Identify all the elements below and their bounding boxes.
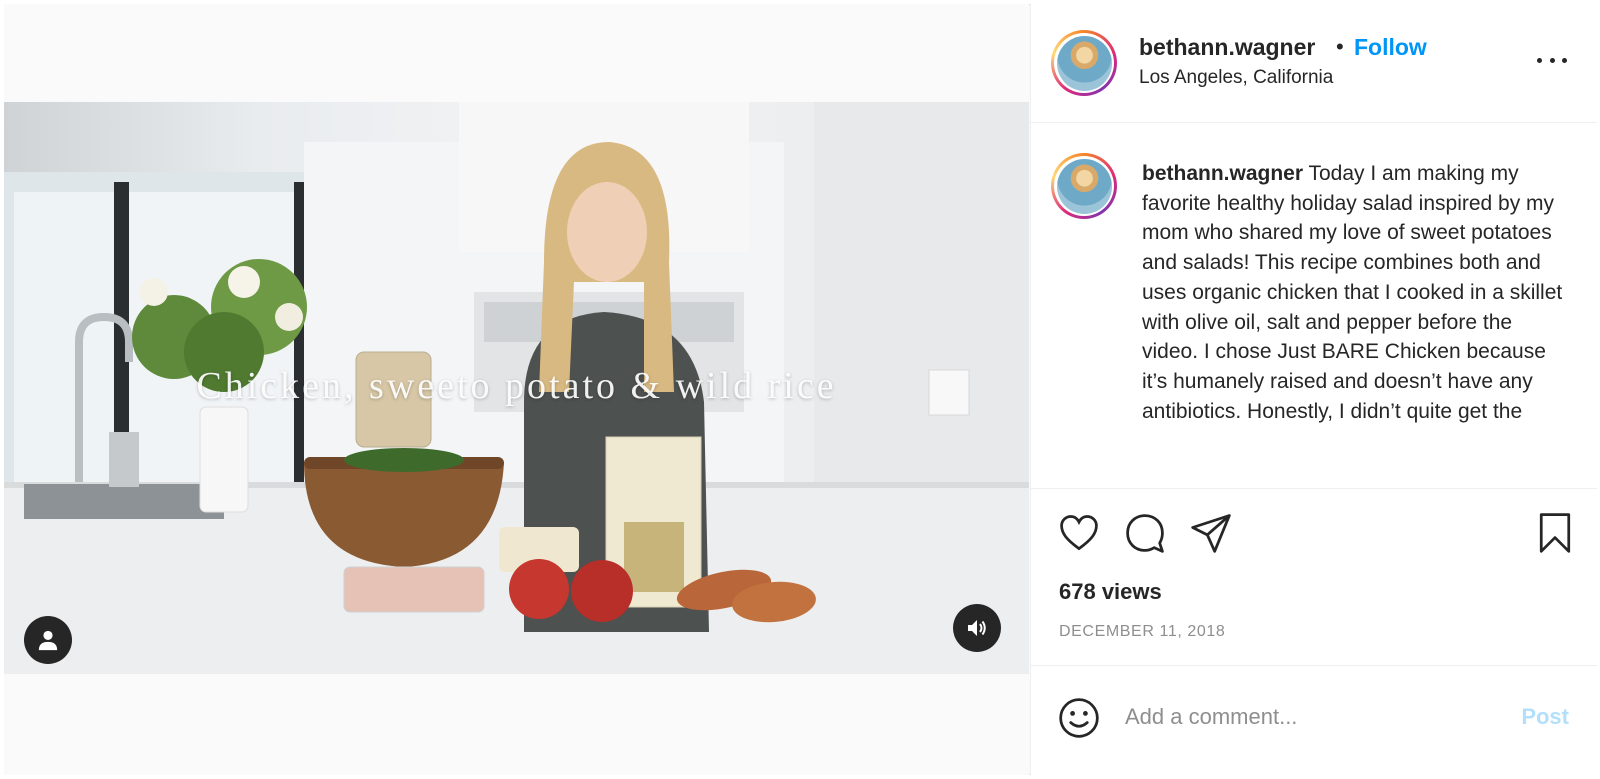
more-options-button[interactable] — [1537, 48, 1567, 72]
media-area: Chicken, sweeto potato & wild rice — [4, 4, 1029, 775]
post-date[interactable]: DECEMBER 11, 2018 — [1059, 623, 1225, 641]
comment-icon[interactable] — [1123, 511, 1167, 555]
separator-dot: • — [1336, 34, 1344, 59]
comment-bar: Post — [1031, 665, 1597, 775]
bookmark-icon[interactable] — [1533, 511, 1577, 555]
post-comment-button[interactable]: Post — [1521, 704, 1569, 730]
caption-text-block: bethann.wagner Today I am making my favo… — [1142, 159, 1567, 426]
tagged-users-button[interactable] — [24, 616, 72, 664]
share-icon[interactable] — [1189, 511, 1233, 555]
audio-toggle-button[interactable] — [953, 604, 1001, 652]
post-details-panel: bethann.wagner • Follow Los Angeles, Cal… — [1030, 4, 1597, 775]
video-overlay-caption: Chicken, sweeto potato & wild rice — [196, 365, 837, 407]
more-dot-icon — [1549, 57, 1555, 63]
emoji-icon[interactable] — [1057, 696, 1101, 740]
person-icon — [38, 630, 58, 651]
video-player[interactable]: Chicken, sweeto potato & wild rice — [4, 102, 1029, 674]
avatar[interactable] — [1051, 30, 1117, 96]
profile-photo — [1056, 158, 1112, 214]
follow-button[interactable]: Follow — [1354, 34, 1427, 61]
speaker-icon — [968, 620, 986, 636]
header-username[interactable]: bethann.wagner — [1139, 34, 1315, 61]
heart-icon[interactable] — [1057, 511, 1101, 555]
comment-input[interactable] — [1125, 700, 1485, 734]
caption-section[interactable]: bethann.wagner Today I am making my favo… — [1031, 123, 1597, 487]
more-dot-icon — [1562, 57, 1567, 63]
caption-username[interactable]: bethann.wagner — [1142, 162, 1303, 185]
caption-avatar[interactable] — [1051, 153, 1117, 219]
profile-photo — [1056, 35, 1112, 91]
post-header: bethann.wagner • Follow Los Angeles, Cal… — [1031, 4, 1597, 123]
post-location[interactable]: Los Angeles, California — [1139, 67, 1333, 89]
post-actions: 678 views DECEMBER 11, 2018 — [1031, 488, 1597, 664]
caption-body: Today I am making my favorite healthy ho… — [1142, 162, 1563, 423]
view-count[interactable]: 678 views — [1059, 579, 1162, 605]
more-dot-icon — [1537, 57, 1542, 63]
